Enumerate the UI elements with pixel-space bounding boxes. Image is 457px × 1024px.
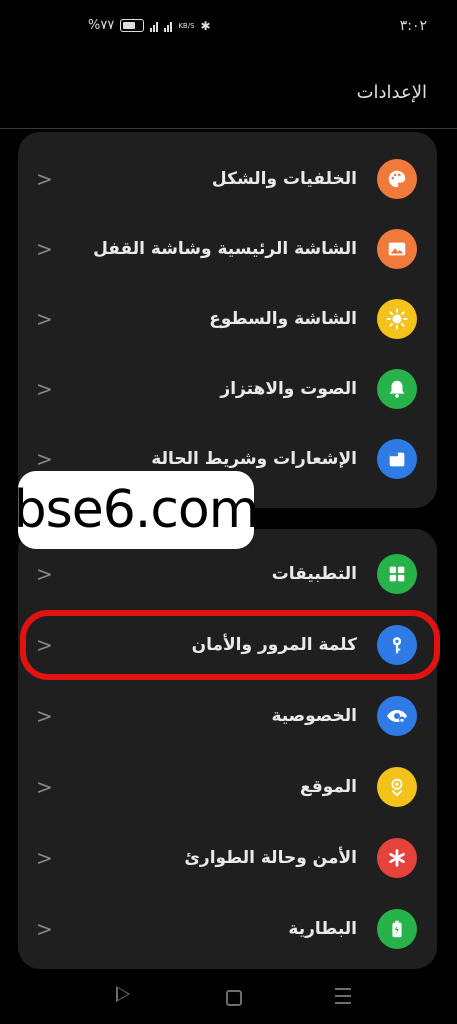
settings-item-privacy[interactable]: الخصوصية <	[18, 681, 437, 751]
chevron-left-icon: <	[36, 917, 53, 941]
bluetooth-icon: ✱	[200, 18, 211, 33]
watermark: bse6.com	[14, 471, 259, 549]
back-icon[interactable]	[116, 986, 130, 1002]
chevron-left-icon: <	[36, 307, 53, 331]
settings-item-label: البطارية	[288, 919, 357, 939]
navigation-bar	[0, 974, 457, 1024]
settings-item-apps[interactable]: التطبيقات <	[18, 539, 437, 609]
settings-group-2: التطبيقات < كلمة المرور والأمان < الخصوص…	[18, 529, 437, 969]
settings-item-label: الأمن وحالة الطوارئ	[184, 848, 357, 868]
settings-item-label: الصوت والاهتزاز	[220, 379, 357, 399]
settings-item-label: الخصوصية	[271, 706, 357, 726]
highlight-annotation	[20, 610, 440, 680]
sun-icon	[377, 299, 417, 339]
chevron-left-icon: <	[36, 377, 53, 401]
settings-item-label: الإشعارات وشريط الحالة	[151, 449, 357, 469]
chevron-left-icon: <	[36, 704, 53, 728]
emergency-icon	[377, 838, 417, 878]
settings-item-location[interactable]: الموقع <	[18, 752, 437, 822]
settings-item-label: التطبيقات	[271, 564, 357, 584]
settings-item-label: الموقع	[299, 777, 357, 797]
battery-percent: %٧٧	[88, 18, 115, 33]
palette-icon	[377, 159, 417, 199]
chevron-left-icon: <	[36, 846, 53, 870]
network-speed: KB/S	[178, 21, 195, 30]
settings-item-sound[interactable]: الصوت والاهتزاز <	[18, 354, 437, 424]
settings-group-1: الخلفيات والشكل < الشاشة الرئيسية وشاشة …	[18, 132, 437, 508]
chevron-left-icon: <	[36, 447, 53, 471]
settings-item-label: الشاشة والسطوع	[209, 309, 357, 329]
settings-item-emergency[interactable]: الأمن وحالة الطوارئ <	[18, 823, 437, 893]
image-icon	[377, 229, 417, 269]
location-icon	[377, 767, 417, 807]
home-icon[interactable]	[226, 990, 242, 1006]
page-title: الإعدادات	[356, 82, 427, 103]
bell-icon	[377, 369, 417, 409]
apps-grid-icon	[377, 554, 417, 594]
settings-item-wallpaper[interactable]: الخلفيات والشكل <	[18, 144, 437, 214]
battery-status-icon	[120, 19, 145, 32]
settings-item-battery[interactable]: البطارية <	[18, 894, 437, 964]
status-bar: %٧٧ KB/S ✱ ٣:٠٢	[0, 0, 457, 60]
chevron-left-icon: <	[36, 775, 53, 799]
header-divider	[0, 128, 457, 129]
battery-icon	[377, 909, 417, 949]
settings-item-label: الخلفيات والشكل	[211, 169, 357, 189]
settings-item-display[interactable]: الشاشة والسطوع <	[18, 284, 437, 354]
settings-item-label: الشاشة الرئيسية وشاشة القفل	[93, 239, 357, 259]
settings-item-home-lock[interactable]: الشاشة الرئيسية وشاشة القفل <	[18, 214, 437, 284]
chevron-left-icon: <	[36, 562, 53, 586]
recents-menu-icon[interactable]	[335, 988, 351, 1009]
signal-icon	[150, 20, 159, 32]
notification-icon	[377, 439, 417, 479]
status-time: ٣:٠٢	[399, 18, 427, 34]
signal-icon	[164, 20, 173, 32]
privacy-eye-icon	[377, 696, 417, 736]
chevron-left-icon: <	[36, 237, 53, 261]
status-left: %٧٧ KB/S ✱	[88, 18, 211, 33]
chevron-left-icon: <	[36, 167, 53, 191]
